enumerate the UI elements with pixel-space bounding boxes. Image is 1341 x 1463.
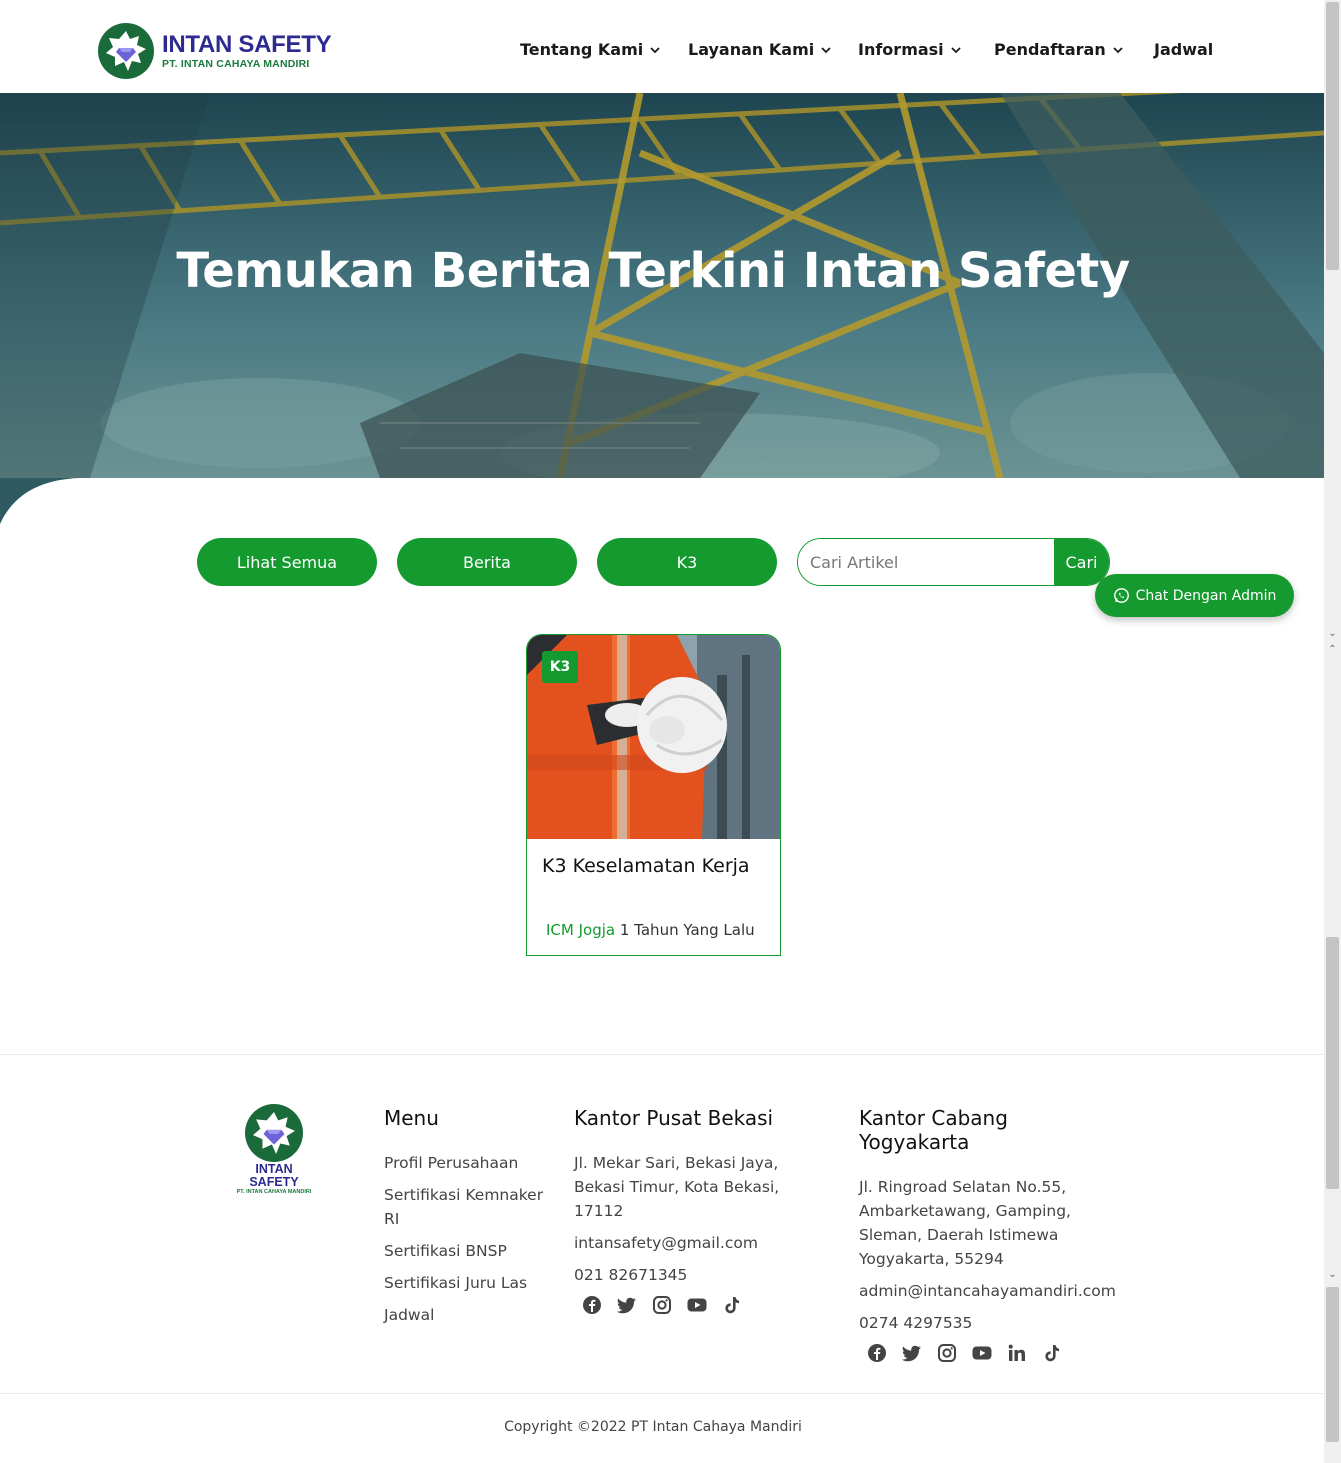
search-input[interactable]: [798, 539, 1054, 585]
article-meta: ICM Jogja 1 Tahun Yang Lalu: [546, 921, 755, 939]
footer-pusat-column: Kantor Pusat Bekasi Jl. Mekar Sari, Beka…: [574, 1106, 829, 1315]
filter-lihat-semua-button[interactable]: Lihat Semua: [197, 538, 377, 586]
logo-badge-icon: [245, 1104, 303, 1162]
article-time: 1 Tahun Yang Lalu: [619, 921, 755, 939]
nav-layanan-kami[interactable]: Layanan Kami: [688, 40, 832, 59]
nav-pendaftaran[interactable]: Pendaftaran: [994, 40, 1124, 59]
footer-menu-item[interactable]: Profil Perusahaan: [384, 1151, 544, 1175]
hero-title: Temukan Berita Terkini Intan Safety: [176, 243, 1130, 299]
chevron-down-icon: [650, 46, 660, 53]
hero-curve-decoration: [0, 478, 80, 524]
footer-menu-heading: Menu: [384, 1106, 439, 1130]
main-nav: Tentang Kami Layanan Kami Informasi Pend…: [0, 40, 1324, 64]
nav-label: Jadwal: [1154, 40, 1214, 59]
scroll-down-arrow-icon[interactable]: ⌄: [1326, 627, 1339, 640]
copyright-text: Copyright ©2022 PT Intan Cahaya Mandiri: [504, 1419, 802, 1435]
filter-berita-button[interactable]: Berita: [397, 538, 577, 586]
chevron-down-icon: [821, 46, 831, 53]
facebook-icon[interactable]: [867, 1343, 887, 1363]
footer-menu-item[interactable]: Sertifikasi Kemnaker RI: [384, 1183, 544, 1231]
nav-tentang-kami[interactable]: Tentang Kami: [520, 40, 661, 59]
footer-divider: [0, 1054, 1324, 1055]
linkedin-icon[interactable]: [1007, 1343, 1027, 1363]
article-tag-badge[interactable]: K3: [542, 651, 578, 683]
footer-pusat-email[interactable]: intansafety@gmail.com: [574, 1231, 829, 1255]
footer-bottom-divider: [0, 1393, 1324, 1394]
footer-pusat-socials: [574, 1295, 829, 1315]
scrollbar-thumb[interactable]: [1326, 2, 1339, 270]
scrollbar-thumb-secondary[interactable]: [1326, 937, 1339, 1189]
footer-cabang-socials: [859, 1343, 1119, 1363]
chat-admin-label: Chat Dengan Admin: [1135, 587, 1277, 604]
footer-menu-item[interactable]: Jadwal: [384, 1303, 544, 1327]
footer-logo-title: INTAN SAFETY: [249, 1162, 299, 1189]
hero-banner: Temukan Berita Terkini Intan Safety: [0, 93, 1324, 478]
footer-menu-item[interactable]: Sertifikasi BNSP: [384, 1239, 544, 1263]
nav-jadwal[interactable]: Jadwal: [1154, 40, 1213, 59]
twitter-icon[interactable]: [902, 1343, 922, 1363]
filter-k3-button[interactable]: K3: [597, 538, 777, 586]
article-title[interactable]: K3 Keselamatan Kerja: [542, 855, 750, 877]
footer-logo[interactable]: INTAN SAFETY PT. INTAN CAHAYA MANDIRI: [233, 1104, 315, 1196]
footer-cabang-address: Jl. Ringroad Selatan No.55, Ambarketawan…: [859, 1178, 1071, 1268]
footer-pusat-heading: Kantor Pusat Bekasi: [574, 1106, 774, 1130]
instagram-icon[interactable]: [937, 1343, 957, 1363]
nav-label: Pendaftaran: [994, 40, 1106, 59]
article-card[interactable]: K3 K3 Keselamatan Kerja ICM Jogja 1 Tahu…: [526, 634, 781, 956]
footer-cabang-column: Kantor Cabang Yogyakarta Jl. Ringroad Se…: [859, 1106, 1119, 1363]
facebook-icon[interactable]: [582, 1295, 602, 1315]
nav-informasi[interactable]: Informasi: [858, 40, 962, 59]
chevron-down-icon: [951, 46, 961, 53]
footer-logo-subtitle: PT. INTAN CAHAYA MANDIRI: [236, 1189, 312, 1195]
site-header: INTAN SAFETY PT. INTAN CAHAYA MANDIRI Te…: [0, 0, 1324, 93]
search-form: Cari: [797, 538, 1110, 586]
footer-cabang-email[interactable]: admin@intancahayamandiri.com: [859, 1279, 1119, 1303]
whatsapp-icon: [1113, 588, 1129, 603]
chat-admin-button[interactable]: Chat Dengan Admin: [1095, 574, 1294, 617]
chevron-down-icon: [1113, 46, 1123, 53]
footer-cabang-heading: Kantor Cabang Yogyakarta: [859, 1106, 1008, 1154]
instagram-icon[interactable]: [652, 1295, 672, 1315]
twitter-icon[interactable]: [617, 1295, 637, 1315]
footer-menu-column: Menu Profil Perusahaan Sertifikasi Kemna…: [384, 1106, 544, 1335]
youtube-icon[interactable]: [972, 1343, 992, 1363]
footer-menu-item[interactable]: Sertifikasi Juru Las: [384, 1271, 544, 1295]
article-thumbnail: K3: [527, 635, 780, 839]
scrollbar-thumb-tertiary[interactable]: [1326, 1287, 1339, 1442]
nav-label: Informasi: [858, 40, 944, 59]
tiktok-icon[interactable]: [1042, 1343, 1062, 1363]
scroll-up-arrow-icon[interactable]: ⌃: [1326, 643, 1339, 656]
youtube-icon[interactable]: [687, 1295, 707, 1315]
nav-label: Layanan Kami: [688, 40, 815, 59]
footer-pusat-phone[interactable]: 021 82671345: [574, 1263, 829, 1287]
search-button[interactable]: Cari: [1054, 539, 1109, 585]
article-author[interactable]: ICM Jogja: [546, 921, 615, 939]
footer-pusat-address: Jl. Mekar Sari, Bekasi Jaya, Bekasi Timu…: [574, 1154, 780, 1220]
scroll-down-arrow-icon[interactable]: ⌄: [1326, 1268, 1339, 1281]
footer-cabang-phone[interactable]: 0274 4297535: [859, 1311, 1119, 1335]
tiktok-icon[interactable]: [722, 1295, 742, 1315]
nav-label: Tentang Kami: [520, 40, 644, 59]
